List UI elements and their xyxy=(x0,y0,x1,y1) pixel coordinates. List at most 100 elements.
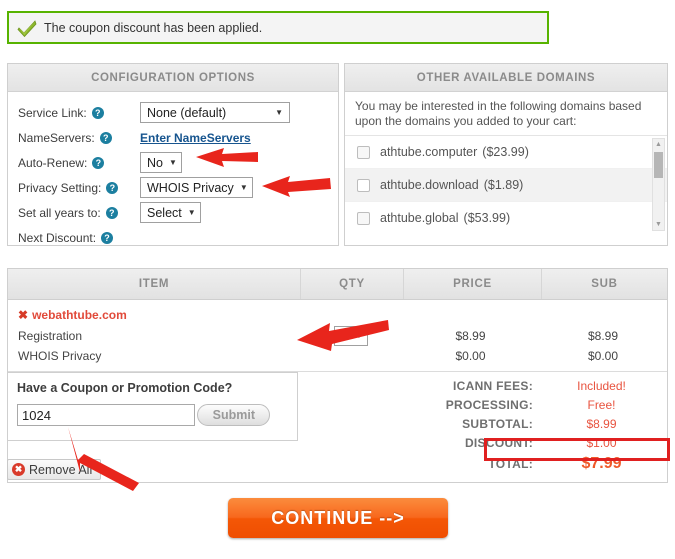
line-item-price: $0.00 xyxy=(455,348,486,363)
set-all-years-label: Set all years to: ? xyxy=(18,206,140,220)
coupon-submit-button[interactable]: Submit xyxy=(197,404,271,426)
scroll-down-icon[interactable]: ▼ xyxy=(653,219,664,230)
help-icon[interactable]: ? xyxy=(101,231,114,244)
service-link-value: None (default) xyxy=(147,105,227,120)
help-icon[interactable]: ? xyxy=(106,181,119,194)
chevron-down-icon: ▼ xyxy=(275,108,283,117)
auto-renew-select[interactable]: No ▼ xyxy=(140,152,182,173)
remove-all-label: Remove All xyxy=(29,462,93,477)
config-row-next-discount: Next Discount: ? xyxy=(18,226,338,249)
column-header-qty: QTY xyxy=(300,269,403,299)
domain-name: athtube.computer xyxy=(380,145,478,159)
domain-price: ($23.99) xyxy=(482,145,529,159)
line-item-sub: $0.00 xyxy=(587,348,619,363)
domain-price: ($1.89) xyxy=(483,178,524,192)
domain-name: athtube.download xyxy=(380,178,479,192)
enter-nameservers-link[interactable]: Enter NameServers xyxy=(140,131,251,145)
next-discount-label: Next Discount: ? xyxy=(18,231,140,245)
table-row: WHOIS Privacy $0.00 $0.00 xyxy=(8,347,667,364)
coupon-box: Have a Coupon or Promotion Code? Submit xyxy=(7,372,298,441)
table-row: Registration 1 ▼ $8.99 $8.99 xyxy=(8,324,667,347)
cart-domain-name: webathtube.com xyxy=(32,308,127,322)
help-icon[interactable]: ? xyxy=(99,131,112,144)
processing-value: Free! xyxy=(587,397,616,412)
domains-scrollbar[interactable]: ▲ ▼ xyxy=(652,138,665,231)
other-available-domains-panel: OTHER AVAILABLE DOMAINS You may be inter… xyxy=(344,63,668,246)
domains-list[interactable]: athtube.computer ($23.99) athtube.downlo… xyxy=(345,136,667,233)
cart-domain-row: ✖ webathtube.com xyxy=(8,300,667,324)
help-icon[interactable]: ? xyxy=(91,106,104,119)
help-icon[interactable]: ? xyxy=(105,206,118,219)
chevron-down-icon: ▼ xyxy=(168,158,177,167)
column-header-price: PRICE xyxy=(403,269,541,299)
subtotal-label: SUBTOTAL: xyxy=(462,416,533,431)
totals-row-total: TOTAL: $7.99 xyxy=(408,452,658,476)
icann-fees-value: Included! xyxy=(577,378,626,393)
config-row-auto-renew: Auto-Renew: ? No ▼ xyxy=(18,151,338,174)
auto-renew-value: No xyxy=(147,155,163,170)
green-check-icon xyxy=(17,19,37,37)
chevron-down-icon: ▼ xyxy=(187,208,196,217)
totals-summary: ICANN FEES: Included! PROCESSING: Free! … xyxy=(408,376,658,476)
other-available-domains-title: OTHER AVAILABLE DOMAINS xyxy=(345,64,667,92)
service-link-select[interactable]: None (default) ▼ xyxy=(140,102,290,123)
nameservers-label: NameServers: ? xyxy=(18,131,140,145)
service-link-label: Service Link: ? xyxy=(18,106,140,120)
column-header-sub: SUB xyxy=(541,269,667,299)
config-row-nameservers: NameServers: ? Enter NameServers xyxy=(18,126,338,149)
help-icon[interactable]: ? xyxy=(92,156,105,169)
totals-row-icann-fees: ICANN FEES: Included! xyxy=(408,376,658,395)
privacy-setting-value: WHOIS Privacy xyxy=(147,180,234,195)
list-item[interactable]: athtube.computer ($23.99) xyxy=(345,136,667,169)
list-item[interactable]: athtube.global ($53.99) xyxy=(345,202,667,233)
config-row-set-all-years: Set all years to: ? Select ▼ xyxy=(18,201,338,224)
cart-table-header: ITEM QTY PRICE SUB xyxy=(8,269,667,300)
checkbox-icon[interactable] xyxy=(357,211,370,225)
auto-renew-label: Auto-Renew: ? xyxy=(18,156,140,170)
set-all-years-select[interactable]: Select ▼ xyxy=(140,202,201,223)
scrollbar-thumb[interactable] xyxy=(654,152,663,178)
totals-row-subtotal: SUBTOTAL: $8.99 xyxy=(408,414,658,433)
continue-button[interactable]: CONTINUE --> xyxy=(228,498,448,538)
total-value: $7.99 xyxy=(581,455,622,472)
list-item[interactable]: athtube.download ($1.89) xyxy=(345,169,667,202)
line-item-price: $8.99 xyxy=(455,328,486,343)
qty-value: 1 xyxy=(342,328,350,343)
config-row-privacy-setting: Privacy Setting: ? WHOIS Privacy ▼ xyxy=(18,176,338,199)
totals-row-discount: DISCOUNT: $1.00 xyxy=(408,433,658,452)
discount-label: DISCOUNT: xyxy=(464,435,533,450)
privacy-setting-select[interactable]: WHOIS Privacy ▼ xyxy=(140,177,253,198)
remove-all-button[interactable]: ✖ Remove All xyxy=(7,459,102,480)
coupon-applied-alert: The coupon discount has been applied. xyxy=(7,11,549,44)
cart-table-body: ✖ webathtube.com Registration 1 ▼ $8.99 … xyxy=(8,300,667,372)
totals-row-processing: PROCESSING: Free! xyxy=(408,395,658,414)
scroll-up-icon[interactable]: ▲ xyxy=(653,139,664,150)
line-item-sub: $8.99 xyxy=(587,328,619,343)
configuration-options-title: CONFIGURATION OPTIONS xyxy=(8,64,338,92)
coupon-title: Have a Coupon or Promotion Code? xyxy=(17,381,233,395)
discount-value: $1.00 xyxy=(586,435,617,450)
line-item-label: WHOIS Privacy xyxy=(18,348,102,363)
checkbox-icon[interactable] xyxy=(357,178,370,192)
config-row-service-link: Service Link: ? None (default) ▼ xyxy=(18,101,338,124)
domains-intro-text: You may be interested in the following d… xyxy=(345,92,667,136)
icann-fees-label: ICANN FEES: xyxy=(453,378,533,393)
set-all-years-value: Select xyxy=(147,205,182,220)
configuration-options-panel: CONFIGURATION OPTIONS Service Link: ? No… xyxy=(7,63,339,246)
total-label: TOTAL: xyxy=(488,457,533,471)
alert-message: The coupon discount has been applied. xyxy=(44,20,263,35)
domain-price: ($53.99) xyxy=(463,211,511,225)
coupon-input[interactable] xyxy=(17,404,195,426)
qty-cell: 1 ▼ xyxy=(300,325,402,346)
column-header-item: ITEM xyxy=(138,278,170,290)
processing-label: PROCESSING: xyxy=(445,397,533,412)
domain-name: athtube.global xyxy=(380,211,459,225)
privacy-setting-label: Privacy Setting: ? xyxy=(18,181,140,195)
remove-icon: ✖ xyxy=(12,463,25,476)
remove-domain-icon[interactable]: ✖ xyxy=(18,308,28,322)
chevron-down-icon: ▼ xyxy=(355,331,363,340)
checkbox-icon[interactable] xyxy=(357,145,370,159)
subtotal-value: $8.99 xyxy=(586,416,617,431)
qty-select[interactable]: 1 ▼ xyxy=(334,325,368,346)
chevron-down-icon: ▼ xyxy=(239,183,248,192)
